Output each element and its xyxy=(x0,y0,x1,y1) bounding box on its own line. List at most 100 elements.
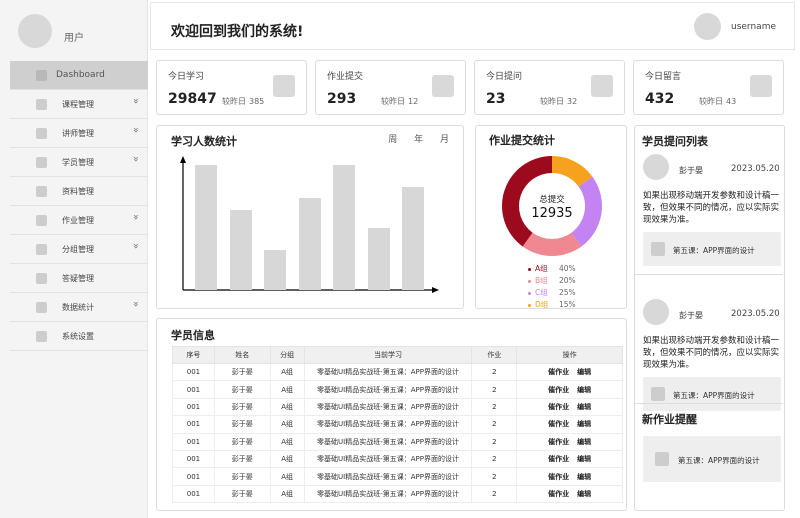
legend-dot xyxy=(528,303,531,307)
remind-homework-button[interactable]: 催作业 xyxy=(548,438,569,446)
stat-card-today-messages[interactable]: 今日留言 432 较昨日 43 xyxy=(633,60,784,115)
sidebar-avatar[interactable] xyxy=(18,14,52,48)
study-chart-panel: 学习人数统计 周 年 月 xyxy=(156,125,464,309)
sidebar-item-label: 系统设置 xyxy=(62,332,94,341)
sidebar-item-2[interactable]: 课程管理 » xyxy=(10,90,148,119)
column-header[interactable]: 当前学习 xyxy=(303,346,473,364)
edit-button[interactable]: 编辑 xyxy=(577,403,591,411)
chart-bar-4[interactable] xyxy=(298,198,321,290)
sidebar-item-6[interactable]: 作业管理 » xyxy=(10,206,148,235)
avatar[interactable] xyxy=(643,299,669,325)
sidebar-item-4[interactable]: 学员管理 » xyxy=(10,148,148,177)
stat-card-today-study[interactable]: 今日学习 29847 较昨日 385 xyxy=(156,60,307,115)
stat-value: 432 xyxy=(645,91,675,107)
remind-homework-button[interactable]: 催作业 xyxy=(548,490,569,498)
remind-homework-button[interactable]: 催作业 xyxy=(548,403,569,411)
chevron-down-icon[interactable]: » xyxy=(130,243,141,249)
stat-icon xyxy=(273,75,295,97)
stat-card-today-questions[interactable]: 今日提问 23 较昨日 32 xyxy=(474,60,625,115)
menu-icon xyxy=(36,186,47,197)
table-cell: 2 xyxy=(471,449,518,469)
edit-button[interactable]: 编辑 xyxy=(577,455,591,463)
column-header[interactable]: 操作 xyxy=(516,346,623,364)
table-header: 序号 姓名 分组 当前学习 作业 操作 xyxy=(172,346,623,364)
table-cell: 零基础UI精品实战班-第五课：APP界面的设计 xyxy=(303,432,473,451)
edit-button[interactable]: 编辑 xyxy=(577,438,591,446)
homework-chart-panel: 作业提交统计 总提交 12935 A组 40% B组 20% C组 25% D组 15% xyxy=(475,125,627,309)
table-cell: 零基础UI精品实战班-第五课：APP界面的设计 xyxy=(303,484,473,504)
row-actions: 催作业 编辑 xyxy=(516,467,623,486)
sidebar-item-5[interactable]: 资料管理 xyxy=(10,177,148,206)
lesson-thumbnail xyxy=(655,452,669,466)
sidebar-item-label: 学员管理 xyxy=(62,158,94,167)
sidebar-item-3[interactable]: 讲师管理 » xyxy=(10,119,148,148)
legend-item-1: A组 40% xyxy=(528,263,588,275)
table-cell: A组 xyxy=(269,415,305,434)
remind-homework-button[interactable]: 催作业 xyxy=(548,420,569,428)
chart-bar-2[interactable] xyxy=(229,210,252,290)
table-cell: 001 xyxy=(172,449,215,469)
edit-button[interactable]: 编辑 xyxy=(577,490,591,498)
sidebar-item-10[interactable]: 系统设置 xyxy=(10,322,148,351)
header-username[interactable]: username xyxy=(731,22,776,32)
chart-bar-1[interactable] xyxy=(195,165,217,290)
table-cell: 彭于晏 xyxy=(213,449,271,469)
stat-card-homework-submit[interactable]: 作业提交 293 较昨日 12 xyxy=(315,60,466,115)
table-cell: 001 xyxy=(172,415,215,434)
column-header[interactable]: 姓名 xyxy=(213,346,271,364)
qa-item-divider xyxy=(635,274,783,275)
header-avatar[interactable] xyxy=(694,13,721,40)
remind-homework-button[interactable]: 催作业 xyxy=(548,473,569,481)
new-homework-card[interactable]: 第五课：APP界面的设计 xyxy=(643,436,781,482)
chevron-down-icon[interactable]: » xyxy=(130,98,141,104)
chart-bar-3[interactable] xyxy=(264,250,286,290)
chevron-down-icon[interactable]: » xyxy=(130,127,141,133)
remind-homework-button[interactable]: 催作业 xyxy=(548,368,569,376)
menu-icon xyxy=(36,128,47,139)
legend-label: A组 xyxy=(535,264,548,273)
edit-button[interactable]: 编辑 xyxy=(577,420,591,428)
legend-value: 15% xyxy=(559,300,576,309)
table-cell: 彭于晏 xyxy=(213,362,271,382)
table-cell: 2 xyxy=(471,432,518,451)
column-header[interactable]: 分组 xyxy=(269,346,305,364)
qa-lesson-card[interactable]: 第五课：APP界面的设计 xyxy=(643,232,781,266)
sidebar-item-1[interactable]: Dashboard xyxy=(10,61,148,90)
column-header[interactable]: 序号 xyxy=(172,346,215,364)
table-row: 001 彭于晏 A组 零基础UI精品实战班-第五课：APP界面的设计 2 催作业 编辑 xyxy=(172,362,623,382)
sidebar-item-label: Dashboard xyxy=(56,70,105,80)
donut-center-value: 12935 xyxy=(531,206,573,221)
menu-icon xyxy=(36,273,47,284)
table-cell: 2 xyxy=(471,362,518,382)
qa-lesson-card[interactable]: 第五课：APP界面的设计 xyxy=(643,377,781,411)
sidebar-item-9[interactable]: 数据统计 » xyxy=(10,293,148,322)
qa-lesson: 第五课：APP界面的设计 xyxy=(673,246,755,255)
qa-divider xyxy=(635,403,783,404)
edit-button[interactable]: 编辑 xyxy=(577,386,591,394)
sidebar-item-8[interactable]: 答疑管理 xyxy=(10,264,148,293)
sidebar-username: 用户 xyxy=(64,33,84,44)
chevron-down-icon[interactable]: » xyxy=(130,214,141,220)
sidebar-item-label: 作业管理 xyxy=(62,216,94,225)
edit-button[interactable]: 编辑 xyxy=(577,368,591,376)
remind-homework-button[interactable]: 催作业 xyxy=(548,386,569,394)
students-title: 学员信息 xyxy=(171,329,215,342)
table-cell: 彭于晏 xyxy=(213,484,271,504)
chevron-down-icon[interactable]: » xyxy=(130,156,141,162)
chart-bar-6[interactable] xyxy=(367,228,390,290)
donut-slice-2[interactable] xyxy=(522,232,582,256)
avatar[interactable] xyxy=(643,154,669,180)
sidebar-item-label: 分组管理 xyxy=(62,245,94,254)
stat-compare: 较昨日 32 xyxy=(540,97,578,106)
sidebar-item-7[interactable]: 分组管理 » xyxy=(10,235,148,264)
chart-bar-5[interactable] xyxy=(333,165,355,290)
legend-label: B组 xyxy=(535,276,548,285)
menu-icon xyxy=(36,99,47,110)
table-cell: 零基础UI精品实战班-第五课：APP界面的设计 xyxy=(303,362,473,382)
edit-button[interactable]: 编辑 xyxy=(577,473,591,481)
remind-homework-button[interactable]: 催作业 xyxy=(548,455,569,463)
column-header[interactable]: 作业 xyxy=(471,346,518,364)
top-header: 欢迎回到我们的系统! username xyxy=(150,2,795,50)
chart-bar-7[interactable] xyxy=(402,187,424,290)
chevron-down-icon[interactable]: » xyxy=(130,301,141,307)
